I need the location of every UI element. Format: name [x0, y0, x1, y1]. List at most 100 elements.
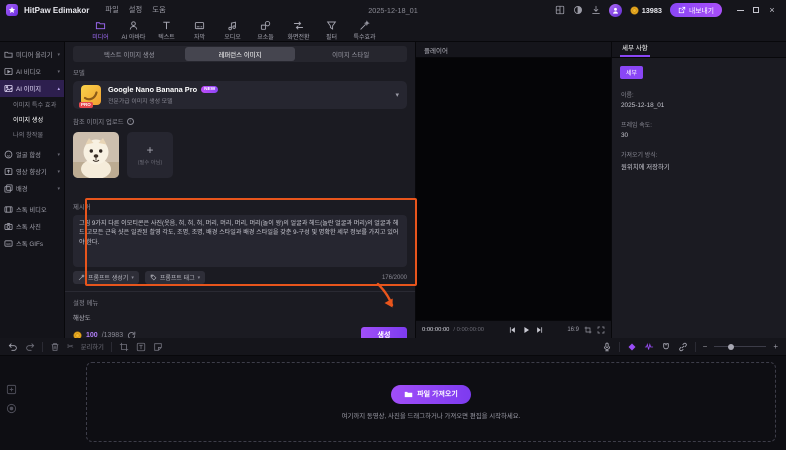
tab-effects[interactable]: 특수효과	[348, 20, 381, 41]
resolution-label: 해상도	[73, 315, 91, 322]
sticker-tool-icon[interactable]	[153, 342, 163, 352]
film-icon	[4, 206, 13, 213]
enhancer-icon	[4, 168, 13, 175]
coin-count: 13983	[641, 5, 662, 15]
video-preview[interactable]	[416, 58, 611, 320]
zoom-slider-handle[interactable]	[728, 343, 735, 350]
model-section-label: 모델	[73, 70, 85, 77]
sidebar-item-my-creations[interactable]: 나의 창작물	[0, 127, 64, 142]
details-badge[interactable]: 세부	[620, 66, 644, 79]
download-icon[interactable]	[591, 5, 601, 15]
dog-photo	[73, 132, 119, 178]
detail-field-import-mode: 가져오기 방식: 원위치에 저장하기	[621, 153, 670, 171]
time-total: / 0:00:00:00	[453, 326, 485, 333]
drop-zone-hint: 여기까지 동영상, 사진을 드래그하거나 가져오면 편집을 시작하세요.	[341, 412, 521, 420]
minimize-button[interactable]	[732, 2, 748, 18]
zoom-out-icon[interactable]: −	[703, 342, 708, 351]
model-name: Google Nano Banana Pro	[108, 85, 198, 94]
fullscreen-icon[interactable]	[597, 326, 605, 334]
sidebar-item-image-generation[interactable]: 이미지 생성	[0, 112, 64, 127]
tab-filter[interactable]: 필터	[315, 20, 348, 41]
redo-icon[interactable]	[25, 342, 35, 352]
tab-image-style[interactable]: 이미지 스타일	[295, 47, 406, 61]
reference-image-thumbnail[interactable]	[73, 132, 119, 178]
tab-text[interactable]: 텍스트	[150, 20, 183, 41]
delete-icon[interactable]	[50, 342, 60, 352]
tab-text-to-image[interactable]: 텍스트 이미지 생성	[74, 47, 185, 61]
aspect-ratio-value[interactable]: 16:9	[567, 327, 579, 333]
prev-frame-icon[interactable]	[508, 326, 516, 334]
mic-icon[interactable]	[602, 342, 612, 352]
upload-optional-hint: (필수 아님)	[137, 160, 163, 166]
theme-icon[interactable]	[573, 5, 583, 15]
undo-icon[interactable]	[8, 342, 18, 352]
coin-balance[interactable]: 13983	[630, 6, 662, 15]
settings-section-label: 설정 메뉴	[73, 300, 99, 307]
chevron-down-icon: ▾	[57, 51, 60, 58]
gif-icon: GIF	[4, 240, 13, 247]
sidebar-item-media-import[interactable]: 미디어 올리기 ▾	[0, 46, 64, 63]
crop-icon[interactable]	[584, 326, 592, 334]
prompt-tag-button[interactable]: 프롬프트 태그 ▾	[144, 271, 206, 284]
prompt-label: 제시어	[73, 204, 91, 211]
timeline-zoom-slider[interactable]	[714, 343, 767, 350]
record-voice-icon[interactable]	[6, 403, 17, 414]
link-icon[interactable]	[678, 342, 688, 352]
details-header: 세부 사항	[612, 42, 786, 58]
split-icon[interactable]: ✂	[67, 342, 74, 351]
tab-audio[interactable]: 오디오	[216, 20, 249, 41]
sidebar-item-image-effects[interactable]: 이미지 특수 효과	[0, 97, 64, 112]
model-selector[interactable]: PRO Google Nano Banana Pro NEW 전문가급 이미지 …	[73, 81, 407, 109]
upload-image-tile[interactable]: + (필수 아님)	[127, 132, 173, 178]
app-name: HitPaw Edimakor	[24, 5, 90, 15]
titlebar: HitPaw Edimakor 파일 설정 도움 2025-12-18_01 1…	[0, 0, 786, 20]
close-button[interactable]: ×	[764, 2, 780, 18]
tab-ai-avatar[interactable]: AI 아바타	[117, 20, 150, 41]
generator-tabs: 텍스트 이미지 생성 레퍼런스 이미지 이미지 스타일	[73, 46, 407, 62]
crop-tool-icon[interactable]	[119, 342, 129, 352]
sidebar-item-stock-photo[interactable]: 스톡 사진	[0, 218, 64, 235]
sidebar-item-stock-video[interactable]: 스톡 비디오	[0, 201, 64, 218]
menu-settings[interactable]: 설정	[129, 5, 142, 15]
audio-wave-icon[interactable]	[644, 342, 654, 352]
folder-icon	[404, 391, 413, 397]
elements-icon	[260, 21, 271, 30]
tab-elements[interactable]: 요소들	[249, 20, 282, 41]
play-icon[interactable]	[522, 326, 530, 334]
export-button[interactable]: 내보내기	[669, 3, 722, 17]
details-panel: 세부 사항 세부 이름: 2025-12-18_01 프레임 속도: 30 가져…	[612, 42, 786, 338]
text-tool-icon[interactable]	[136, 342, 146, 352]
sidebar-item-ai-video[interactable]: AI 비디오 ▾	[0, 63, 64, 80]
import-files-button[interactable]: 파일 가져오기	[391, 384, 471, 404]
sidebar-item-background[interactable]: 배경 ▾	[0, 180, 64, 197]
chevron-up-icon: ▴	[57, 85, 60, 92]
sidebar-item-ai-image[interactable]: AI 이미지 ▴	[0, 80, 64, 97]
keyframe-icon[interactable]	[627, 342, 637, 352]
split-label: 분리하기	[80, 344, 104, 351]
tab-transition[interactable]: 화면전환	[282, 20, 315, 41]
user-avatar[interactable]	[608, 3, 622, 17]
magnet-icon[interactable]	[661, 342, 671, 352]
add-track-icon[interactable]	[6, 384, 17, 395]
tab-media[interactable]: 미디어	[84, 20, 117, 41]
sidebar-item-enhancer[interactable]: 영상 향상기 ▾	[0, 163, 64, 180]
tab-subtitle[interactable]: 자막	[183, 20, 216, 41]
media-drop-zone[interactable]: 파일 가져오기 여기까지 동영상, 사진을 드래그하거나 가져오면 편집을 시작…	[86, 362, 776, 442]
sidebar-item-face-swap[interactable]: 얼굴 합성 ▾	[0, 146, 64, 163]
pro-badge: PRO	[79, 102, 93, 108]
menu-help[interactable]: 도움	[152, 5, 165, 15]
chevron-down-icon: ▾	[57, 168, 60, 175]
info-icon[interactable]: i	[126, 118, 134, 125]
media-icon	[95, 22, 106, 30]
prompt-generator-button[interactable]: 프롬프트 생성기 ▾	[73, 271, 139, 284]
sidebar-item-stock-gifs[interactable]: GIF 스톡 GIFs	[0, 235, 64, 252]
ai-image-icon	[4, 84, 13, 93]
menu-file[interactable]: 파일	[105, 5, 118, 15]
reference-upload-label: 참조 이미지 업로드	[73, 119, 124, 126]
next-frame-icon[interactable]	[536, 326, 544, 334]
tab-reference-image[interactable]: 레퍼런스 이미지	[184, 47, 296, 61]
zoom-in-icon[interactable]: +	[773, 342, 778, 351]
layout-icon[interactable]	[555, 5, 565, 15]
maximize-button[interactable]	[748, 2, 764, 18]
prompt-textarea[interactable]: 그림 9가지 다른 이모티콘은 사진(웃음, 혀, 혀, 혀, 머리, 머리, …	[73, 215, 407, 267]
